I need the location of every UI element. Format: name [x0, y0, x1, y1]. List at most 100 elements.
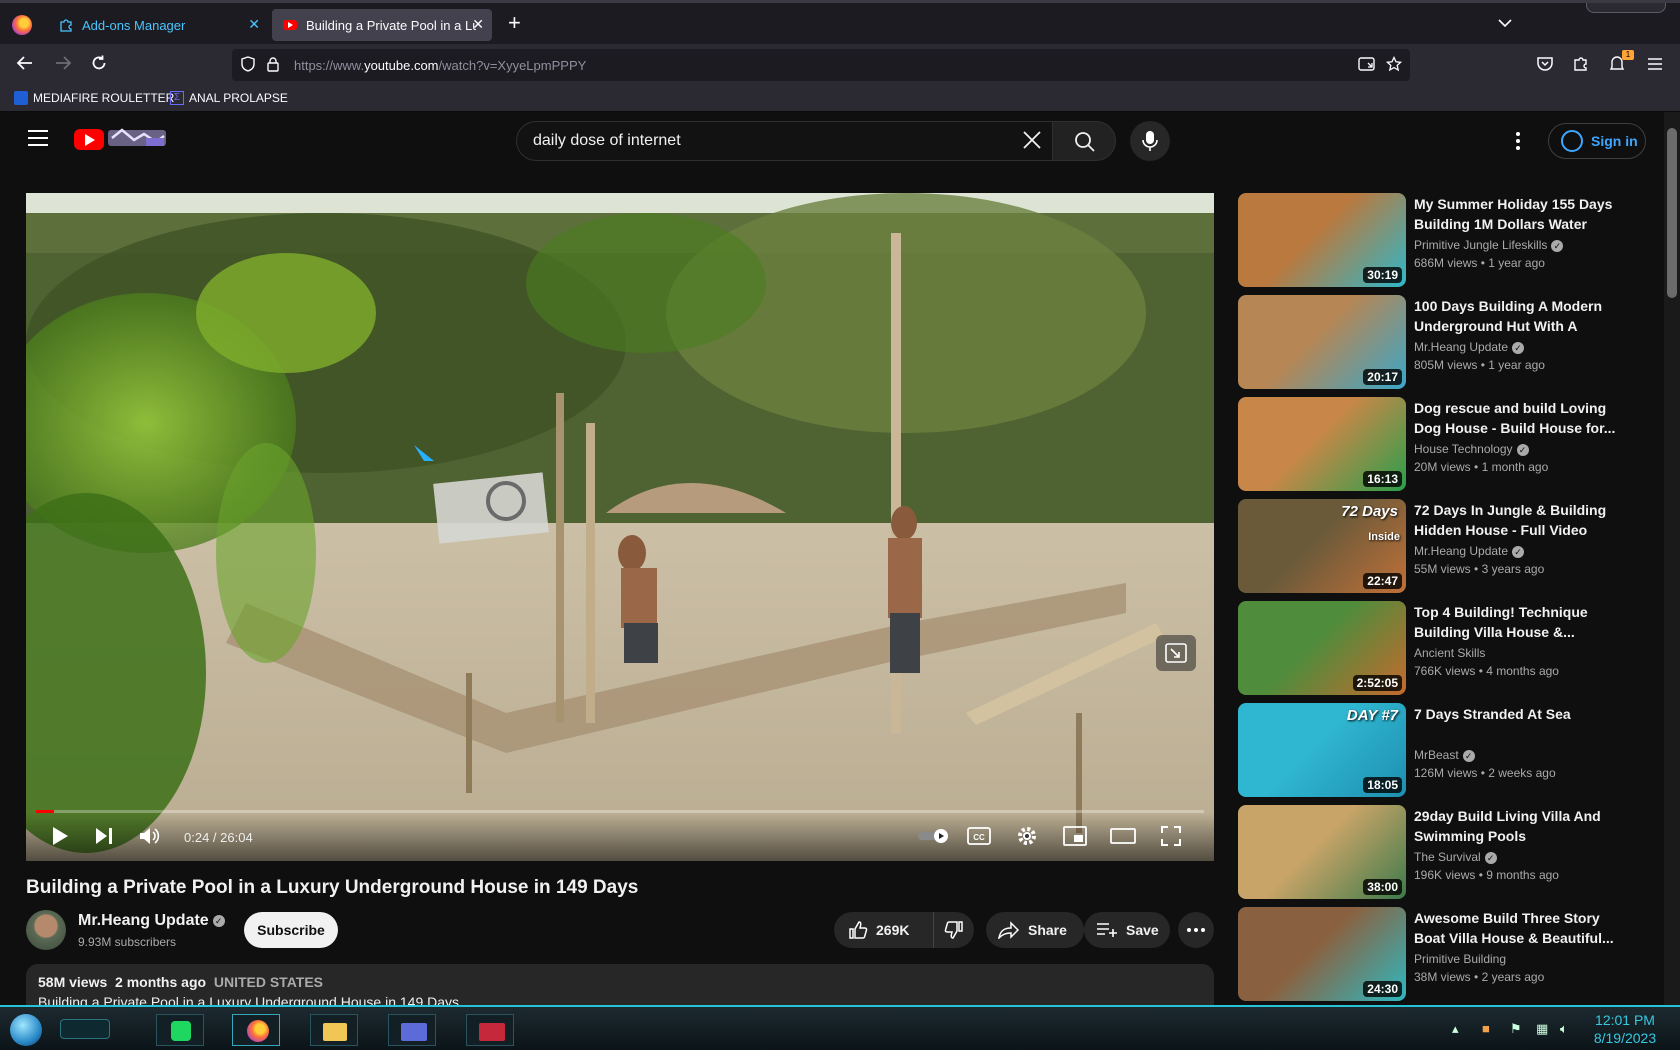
description-box[interactable]: 58M views 2 months ago UNITED STATES Bui…	[26, 964, 1214, 1005]
channel-name: House Technology	[1414, 442, 1513, 456]
video-player[interactable]: 0:24 / 26:04 CC	[26, 193, 1214, 861]
flag-icon[interactable]: ⚑	[1510, 1021, 1522, 1037]
tracking-shield-icon[interactable]	[240, 56, 256, 75]
tray-overflow-icon[interactable]: ▴	[1452, 1021, 1459, 1037]
recommendation-channel[interactable]: Primitive Jungle Lifeskills ✓	[1414, 238, 1564, 252]
recommendation-item[interactable]: 24:30 Awesome Build Three Story Boat Vill…	[1238, 907, 1638, 1001]
extensions-puzzle-icon[interactable]	[1570, 54, 1592, 76]
view-count: 766K views	[1414, 664, 1476, 678]
media-app-icon[interactable]	[466, 1014, 514, 1046]
tab-close-icon[interactable]: ✕	[248, 16, 260, 33]
video-thumbnail[interactable]: 20:17	[1238, 295, 1406, 389]
search-button[interactable]	[1052, 121, 1116, 161]
search-clear-icon[interactable]	[1022, 130, 1042, 154]
bookmark-second[interactable]: Σ ANAL PROLAPSE	[170, 91, 288, 105]
video-thumbnail[interactable]: 16:13	[1238, 397, 1406, 491]
recommendation-channel[interactable]: The Survival ✓	[1414, 850, 1497, 864]
start-button-orb-icon[interactable]	[10, 1014, 42, 1046]
bookmark-star-icon[interactable]	[1385, 55, 1403, 75]
autoplay-toggle[interactable]	[916, 821, 952, 851]
app-window-icon[interactable]	[388, 1014, 436, 1046]
recommendation-item[interactable]: 38:00 29day Build Living Villa And Swimmi…	[1238, 805, 1638, 899]
recommendation-title[interactable]: 29day Build Living Villa And Swimming Po…	[1414, 806, 1624, 846]
guide-menu-icon[interactable]	[28, 130, 48, 146]
system-clock[interactable]: 12:01 PM 8/19/2023	[1580, 1011, 1670, 1047]
video-thumbnail[interactable]: 24:30	[1238, 907, 1406, 1001]
recommendation-channel[interactable]: Mr.Heang Update ✓	[1414, 340, 1525, 354]
settings-button[interactable]	[1012, 821, 1042, 851]
recommendation-item[interactable]: 2:52:05 Top 4 Building! Technique Buildin…	[1238, 601, 1638, 695]
network-icon[interactable]: ▦	[1536, 1021, 1548, 1037]
forward-arrow-icon[interactable]	[52, 54, 74, 76]
theater-mode-button[interactable]	[1108, 821, 1138, 851]
tab-close-icon[interactable]: ✕	[472, 16, 484, 33]
recommendation-channel[interactable]: Primitive Building	[1414, 952, 1506, 966]
recommendation-title[interactable]: Top 4 Building! Technique Building Villa…	[1414, 602, 1624, 642]
reader-view-icon[interactable]	[1358, 56, 1376, 75]
firefox-icon[interactable]	[232, 1014, 280, 1046]
mute-button[interactable]	[136, 821, 164, 851]
miniplayer-overlay-button[interactable]	[1156, 635, 1196, 671]
channel-avatar[interactable]	[26, 910, 66, 950]
miniplayer-button[interactable]	[1060, 821, 1090, 851]
upload-age: 3 years ago	[1481, 562, 1545, 576]
next-button[interactable]	[90, 821, 118, 851]
recommendation-item[interactable]: 16:13 Dog rescue and build Loving Dog Hou…	[1238, 397, 1638, 491]
subtitles-button[interactable]: CC	[964, 821, 994, 851]
settings-more-icon[interactable]	[1516, 132, 1520, 150]
recommendation-title[interactable]: 7 Days Stranded At Sea	[1414, 704, 1624, 724]
tab-list-chevron-icon[interactable]	[1498, 15, 1512, 31]
back-arrow-icon[interactable]	[14, 54, 36, 76]
autoplay-toggle-icon	[918, 829, 948, 843]
bookmark-mediafire[interactable]: MEDIAFIRE ROULETTER	[14, 91, 174, 105]
video-thumbnail[interactable]: 72 Days Inside 22:47	[1238, 499, 1406, 593]
video-thumbnail[interactable]: DAY #7 18:05	[1238, 703, 1406, 797]
subscribe-button[interactable]: Subscribe	[244, 912, 338, 948]
recommendation-title[interactable]: 100 Days Building A Modern Underground H…	[1414, 296, 1624, 336]
recommendation-title[interactable]: Awesome Build Three Story Boat Villa Hou…	[1414, 908, 1624, 948]
sign-in-button[interactable]: Sign in	[1548, 123, 1646, 159]
video-thumbnail[interactable]: 38:00	[1238, 805, 1406, 899]
url-text[interactable]: https://www.youtube.com/watch?v=XyyeLpmP…	[294, 58, 586, 73]
scrollbar-thumb[interactable]	[1667, 128, 1677, 298]
youtube-doodle-logo[interactable]	[106, 124, 170, 150]
recommendation-title[interactable]: Dog rescue and build Loving Dog House - …	[1414, 398, 1624, 438]
recommendation-item[interactable]: 30:19 My Summer Holiday 155 Days Building…	[1238, 193, 1638, 287]
recommendation-channel[interactable]: MrBeast ✓	[1414, 748, 1475, 762]
dislike-button[interactable]	[934, 912, 974, 948]
page-scrollbar[interactable]	[1664, 112, 1680, 1005]
url-bar[interactable]: https://www.youtube.com/watch?v=XyyeLpmP…	[232, 49, 1410, 81]
voice-search-button[interactable]	[1130, 121, 1170, 161]
pocket-icon[interactable]	[1534, 54, 1556, 76]
firefox-menu-icon[interactable]	[12, 15, 32, 35]
file-explorer-icon[interactable]	[310, 1014, 358, 1046]
channel-name-link[interactable]: Mr.Heang Update ✓	[78, 912, 225, 930]
new-tab-plus-icon[interactable]: +	[508, 12, 521, 34]
search-input[interactable]	[533, 122, 993, 160]
hamburger-menu-icon[interactable]	[1644, 54, 1666, 76]
lock-icon[interactable]	[266, 56, 280, 75]
fullscreen-button[interactable]	[1156, 821, 1186, 851]
more-actions-button[interactable]	[1178, 912, 1214, 948]
recommendation-item[interactable]: 72 Days Inside 22:47 72 Days In Jungle & Bu…	[1238, 499, 1638, 593]
video-thumbnail[interactable]: 30:19	[1238, 193, 1406, 287]
video-thumbnail[interactable]: 2:52:05	[1238, 601, 1406, 695]
recommendation-item[interactable]: DAY #7 18:05 7 Days Stranded At Sea MrBeast…	[1238, 703, 1638, 797]
recommendation-channel[interactable]: House Technology ✓	[1414, 442, 1529, 456]
play-button[interactable]	[46, 821, 74, 851]
recommendation-channel[interactable]: Ancient Skills	[1414, 646, 1485, 660]
save-button[interactable]: Save	[1084, 912, 1170, 948]
recommendation-title[interactable]: My Summer Holiday 155 Days Building 1M D…	[1414, 194, 1624, 234]
tab-addons-manager[interactable]: Add-ons Manager ✕	[48, 9, 268, 41]
recommendation-channel[interactable]: Mr.Heang Update ✓	[1414, 544, 1525, 558]
spotify-icon[interactable]	[156, 1014, 204, 1046]
recommendation-item[interactable]: 20:17 100 Days Building A Modern Undergro…	[1238, 295, 1638, 389]
recommendation-title[interactable]: 72 Days In Jungle & Building Hidden Hous…	[1414, 500, 1624, 540]
share-button[interactable]: Share	[986, 912, 1084, 948]
speaker-icon[interactable]: 🔈︎	[1560, 1021, 1568, 1037]
reload-icon[interactable]	[88, 54, 110, 76]
tab-youtube-video[interactable]: Building a Private Pool in a Luxury Unde…	[272, 9, 492, 41]
youtube-logo-icon[interactable]	[74, 129, 104, 150]
tray-app-icon[interactable]: ■	[1482, 1021, 1490, 1036]
like-button[interactable]: 269K	[834, 912, 934, 948]
